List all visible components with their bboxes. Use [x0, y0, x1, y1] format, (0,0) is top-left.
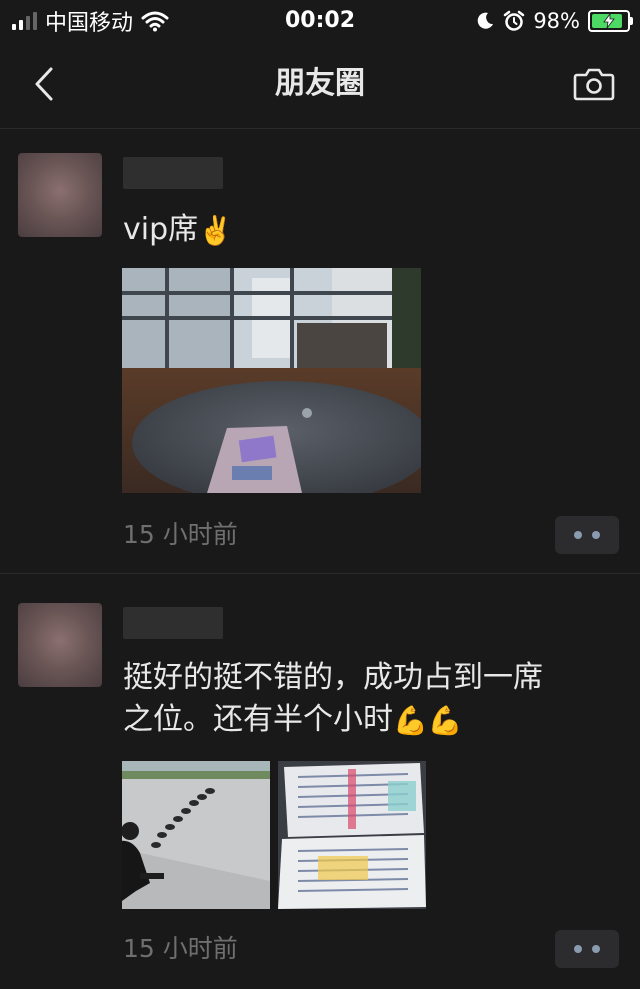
alarm-icon	[504, 10, 525, 31]
camera-icon	[573, 68, 615, 101]
flexed-biceps-emoji: 💪💪	[393, 703, 463, 737]
page-title: 朋友圈	[275, 66, 365, 101]
room-table-photo	[122, 268, 421, 493]
more-actions-button[interactable]	[555, 516, 619, 554]
avatar[interactable]	[18, 153, 102, 237]
more-actions-button[interactable]	[555, 930, 619, 968]
post-photo[interactable]	[122, 761, 270, 909]
divider	[0, 573, 640, 574]
dot-icon	[574, 531, 582, 539]
post-text-line2: 之位。还有半个小时	[123, 702, 393, 737]
victory-hand-emoji: ✌️	[198, 213, 234, 247]
status-right: 98%	[475, 6, 633, 36]
dot-icon	[592, 531, 600, 539]
plaza-queue-photo	[122, 761, 270, 909]
battery-percent: 98%	[533, 9, 580, 33]
post-photo[interactable]	[278, 761, 426, 909]
battery-charging-icon	[588, 10, 633, 32]
username-blurred[interactable]	[123, 607, 223, 639]
post-time: 15 小时前	[123, 520, 238, 549]
nav-bar: 朋友圈	[0, 42, 640, 129]
dot-icon	[592, 945, 600, 953]
post-text: 挺好的挺不错的，成功占到一席 之位。还有半个小时💪💪	[123, 657, 623, 741]
dot-icon	[574, 945, 582, 953]
post-time: 15 小时前	[123, 934, 238, 963]
post-text-line1: 挺好的挺不错的，成功占到一席	[123, 660, 543, 695]
post-photo[interactable]	[122, 268, 421, 493]
post-text-content: vip席	[123, 212, 199, 247]
post-text: vip席✌️	[123, 209, 623, 251]
avatar[interactable]	[18, 603, 102, 687]
camera-button[interactable]	[570, 62, 618, 106]
textbook-photo	[278, 761, 426, 909]
moon-icon	[478, 12, 494, 29]
status-bar: 中国移动 00:02 98%	[0, 0, 640, 42]
username-blurred[interactable]	[123, 157, 223, 189]
